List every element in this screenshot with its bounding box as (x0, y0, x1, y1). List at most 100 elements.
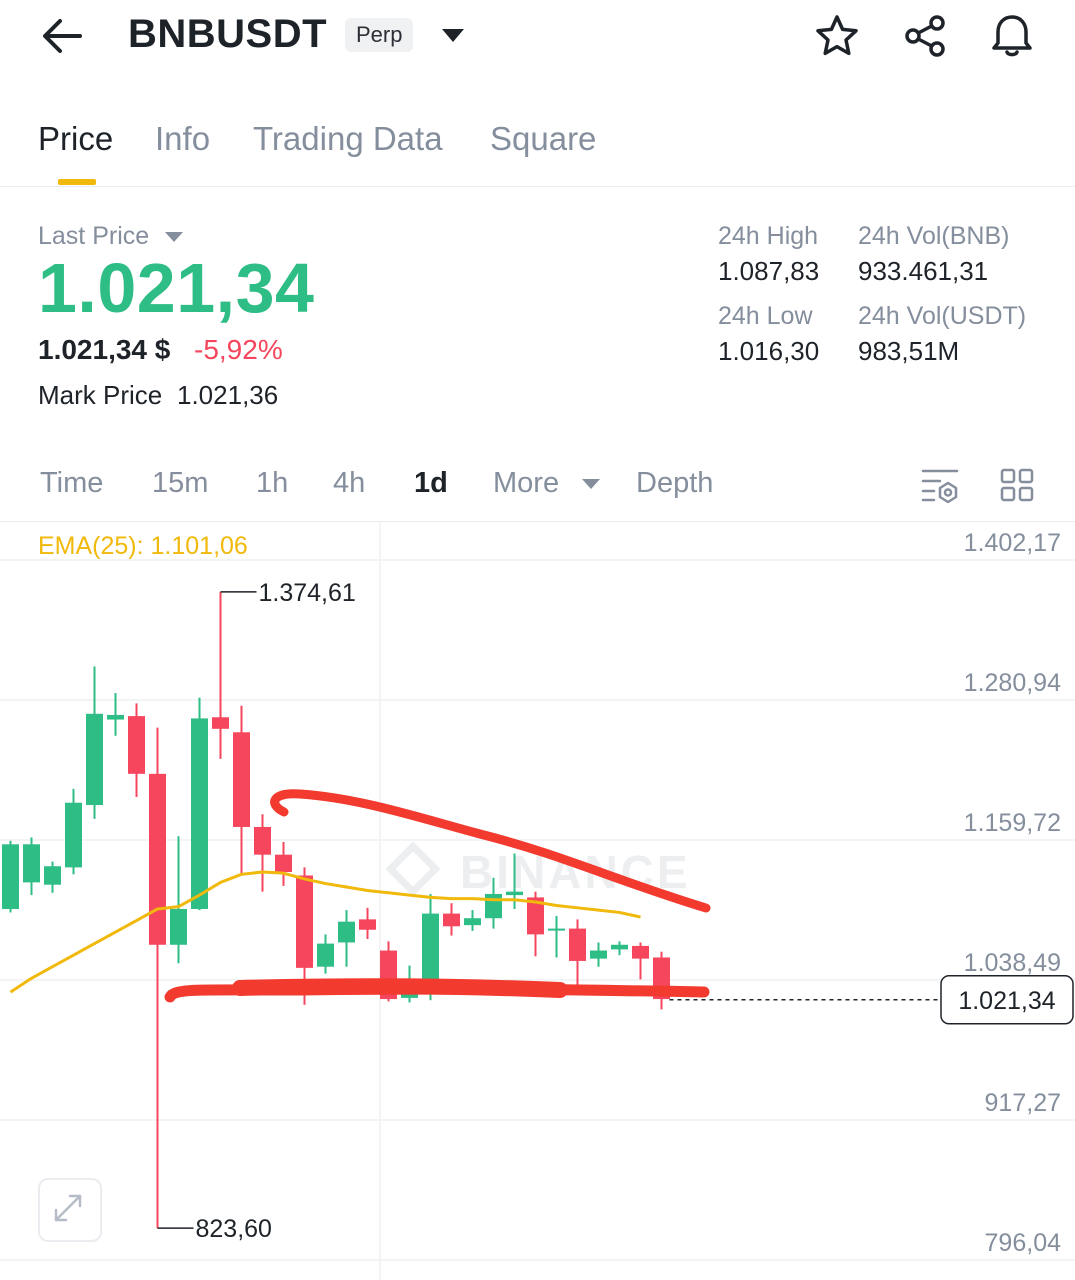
tab-info[interactable]: Info (155, 120, 210, 158)
y-tick-label: 917,27 (985, 1089, 1061, 1117)
candle-body (464, 918, 481, 926)
tab-price[interactable]: Price (38, 120, 113, 158)
caret-down-icon (165, 232, 184, 243)
candle-body (233, 732, 250, 827)
layout-grid-button[interactable] (1000, 468, 1034, 502)
indicator-settings-button[interactable] (920, 466, 960, 504)
candle[interactable] (548, 915, 565, 958)
mark-price-value: 1.021,36 (177, 380, 279, 410)
price-change-percent: -5,92% (194, 334, 283, 365)
tf-depth[interactable]: Depth (636, 467, 713, 500)
candle[interactable] (23, 837, 40, 896)
tf-4h[interactable]: 4h (333, 467, 365, 500)
candle-body (149, 773, 166, 945)
candle[interactable] (65, 788, 82, 875)
tf-more-label: More (493, 467, 560, 499)
candle-body (485, 893, 502, 919)
last-price-selector[interactable]: Last Price (38, 222, 184, 251)
candle-body (443, 913, 460, 927)
expand-icon (54, 1194, 82, 1222)
bell-icon (992, 15, 1032, 57)
candle[interactable] (86, 666, 103, 819)
candle-body (275, 854, 292, 873)
candle-body (506, 891, 523, 896)
candle-body (86, 713, 103, 806)
candle-body (44, 866, 61, 885)
candle[interactable] (44, 861, 61, 893)
symbol-title[interactable]: BNBUSDT (128, 12, 327, 57)
candle[interactable] (338, 910, 355, 967)
candle[interactable] (359, 907, 376, 939)
tab-trading-data[interactable]: Trading Data (253, 120, 443, 158)
tab-square[interactable]: Square (490, 120, 596, 158)
candle-body (590, 950, 607, 959)
annotation-support-line (232, 978, 568, 998)
high-24h-value: 1.087,83 (718, 256, 820, 286)
ema-indicator-label: EMA(25): 1.101,06 (38, 532, 248, 560)
back-arrow-icon (43, 19, 82, 53)
candle-body (212, 717, 229, 729)
tf-15m[interactable]: 15m (152, 467, 208, 500)
candle-body (548, 928, 565, 931)
chevron-down-icon (442, 29, 464, 42)
candle[interactable] (149, 727, 166, 1229)
share-button[interactable] (901, 12, 949, 60)
candle-body (170, 908, 187, 945)
favorite-button[interactable] (813, 12, 861, 60)
last-price-label: Last Price (38, 222, 150, 250)
candle-body (569, 928, 586, 961)
indicator-settings-icon (921, 469, 959, 504)
candle[interactable] (191, 697, 208, 911)
candle-body (632, 945, 649, 959)
candle[interactable] (212, 591, 229, 759)
candle-body (254, 826, 271, 855)
y-tick-label: 1.038,49 (964, 949, 1061, 977)
candle-body (296, 875, 313, 968)
tf-more[interactable]: More (493, 467, 601, 500)
min-price-label: 823,60 (196, 1215, 272, 1243)
candle-body (611, 944, 628, 950)
candlestick-chart[interactable]: 1.402,17 1.280,94 1.159,72 1.038,49 917,27 79… (0, 522, 1075, 1280)
candle[interactable] (170, 836, 187, 964)
alert-button[interactable] (988, 12, 1036, 60)
tf-1d[interactable]: 1d (414, 467, 448, 500)
candle[interactable] (590, 942, 607, 967)
y-tick-label: 1.280,94 (964, 669, 1061, 697)
candle[interactable] (611, 941, 628, 956)
expand-chart-button[interactable] (38, 1178, 102, 1242)
candle[interactable] (464, 910, 481, 931)
perp-badge: Perp (345, 18, 414, 52)
high-24h-label: 24h High (718, 222, 819, 250)
candle[interactable] (317, 934, 334, 974)
candle[interactable] (2, 840, 19, 913)
candle[interactable] (254, 814, 271, 892)
candle[interactable] (653, 951, 670, 1010)
candle[interactable] (443, 903, 460, 936)
candle-body (338, 921, 355, 943)
y-tick-label: 1.159,72 (964, 809, 1061, 837)
grid-icon (1000, 468, 1034, 502)
candle-body (191, 718, 208, 909)
candle[interactable] (632, 942, 649, 980)
candle[interactable] (128, 703, 145, 797)
back-button[interactable] (36, 14, 88, 58)
candle[interactable] (275, 841, 292, 886)
tabs-divider (0, 186, 1075, 187)
candle[interactable] (569, 919, 586, 990)
last-price-value: 1.021,34 (38, 249, 315, 327)
max-price-label: 1.374,61 (259, 579, 356, 607)
vol-usdt-label: 24h Vol(USDT) (858, 302, 1027, 330)
candle-body (128, 716, 145, 774)
tf-time[interactable]: Time (40, 467, 103, 500)
tf-1h[interactable]: 1h (256, 467, 288, 500)
y-tick-label: 1.402,17 (964, 529, 1061, 557)
mark-price-label: Mark Price (38, 380, 163, 410)
share-icon (905, 15, 945, 57)
symbol-dropdown-button[interactable] (438, 20, 468, 50)
low-24h-value: 1.016,30 (718, 336, 820, 366)
low-24h-label: 24h Low (718, 302, 813, 330)
candle[interactable] (233, 705, 250, 876)
vol-usdt-value: 983,51M (858, 336, 960, 366)
vol-bnb-value: 933.461,31 (858, 256, 989, 286)
vol-bnb-label: 24h Vol(BNB) (858, 222, 1010, 250)
